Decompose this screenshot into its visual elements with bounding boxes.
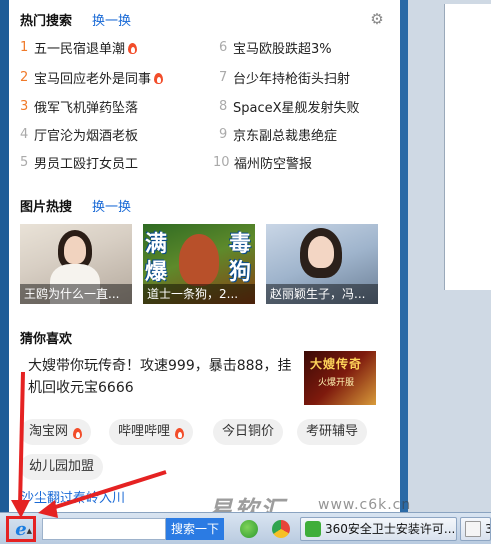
picture-caption: 赵丽颖生子，冯... [266,284,378,304]
chrome-icon[interactable] [272,520,290,538]
ad-thumb-subtitle: 火爆开服 [318,378,355,388]
tag-label: 今日铜价 [222,424,275,439]
task-title: 360安全卫士安装许可... [325,522,456,536]
hot-fire-icon [174,426,185,439]
rank-number: 7 [219,70,228,85]
hot-search-text: 台少年持枪街头扫射 [233,72,351,87]
hot-search-text: SpaceX星舰发射失败 [233,101,360,116]
hot-search-text: 男员工殴打女员工 [34,157,139,172]
hot-fire-icon [72,426,83,439]
tag-pill[interactable]: 幼儿园加盟 [20,454,104,480]
portrait-face [308,236,334,268]
taskbar-search-input[interactable] [42,518,166,540]
tag-pill[interactable]: 淘宝网 [20,419,92,445]
picture-caption: 道士一条狗，2... [143,284,255,304]
game-character [179,234,219,286]
tag-pill[interactable]: 考研辅导 [297,419,368,445]
rank-number: 6 [219,40,228,55]
rank-number: 5 [20,155,29,170]
hot-search-item[interactable]: 7 台少年持枪街头扫射 [219,68,350,87]
overlay-char: 狗 [229,260,252,285]
ie-browser-icon: e [15,518,27,540]
picture-caption: 王鸥为什么一直... [20,284,132,304]
picture-search-refresh-link[interactable]: 换一换 [92,196,131,215]
taskbar: e ▲ 搜索一下 360安全卫士安装许可... 3 [0,512,491,544]
hot-search-item[interactable]: 5 男员工殴打女员工 [20,153,138,172]
360-safe-icon [305,521,321,537]
rank-number: 4 [20,127,29,142]
rank-number: 9 [219,127,228,142]
hot-search-text: 福州防空警报 [234,157,313,172]
task-title: 3 [485,522,490,536]
recommend-ad[interactable]: 大嫂带你玩传奇！攻速999，暴击888，挂机回收元宝6666 大嫂传奇 火爆开服 [20,351,380,409]
360-browser-icon[interactable] [240,520,258,538]
rank-number: 3 [20,99,29,114]
hot-search-text: 宝马欧股跌超3% [233,42,332,57]
hot-search-header: 热门搜索 换一换 [20,10,131,29]
rank-number: 8 [219,99,228,114]
hot-fire-icon [153,71,164,84]
tag-pill[interactable]: 今日铜价 [213,419,284,445]
taskbar-task-document[interactable]: 3 [460,517,491,541]
window-border [400,0,408,512]
guess-title: 猜你喜欢 [20,332,73,347]
ad-thumb-title: 大嫂传奇 [310,357,363,371]
taskbar-task-360-installer[interactable]: 360安全卫士安装许可... [300,517,457,541]
caret-up-icon: ▲ [26,527,32,535]
tag-label: 哔哩哔哩 [118,424,171,439]
picture-card[interactable]: 赵丽颖生子，冯... [266,224,378,304]
ad-thumbnail[interactable]: 大嫂传奇 火爆开服 [304,351,376,405]
tag-pill[interactable]: 哔哩哔哩 [109,419,194,445]
taskbar-search-button[interactable]: 搜索一下 [166,518,224,540]
rank-number: 1 [20,40,29,55]
ad-text: 大嫂带你玩传奇！攻速999，暴击888，挂机回收元宝6666 [28,358,292,396]
picture-card[interactable]: 满 爆 毒 狗 道士一条狗，2... [143,224,255,304]
hot-search-item[interactable]: 2 宝马回应老外是同事 [20,68,164,87]
tag-label: 考研辅导 [306,424,359,439]
hot-search-item[interactable]: 4 厅官沦为烟酒老板 [20,125,138,144]
hot-search-text: 厅官沦为烟酒老板 [34,129,139,144]
background-window-content [444,4,491,290]
picture-search-row: 王鸥为什么一直... 满 爆 毒 狗 道士一条狗，2... 赵丽颖生子，冯... [20,224,380,304]
watermark-url: www.c6k.cn [318,497,412,513]
hot-search-item[interactable]: 10 福州防空警报 [213,153,312,172]
settings-gear-icon[interactable]: ⚙ [369,11,385,27]
portrait-face [64,236,86,264]
hot-search-item[interactable]: 1 五一民宿退单潮 [20,38,138,57]
hot-search-item[interactable]: 6 宝马欧股跌超3% [219,38,332,57]
hot-search-item[interactable]: 8 SpaceX星舰发射失败 [219,97,360,116]
ie-search-toggle[interactable]: e ▲ [6,516,36,542]
hot-search-text: 宝马回应老外是同事 [34,72,152,87]
hot-search-text: 五一民宿退单潮 [34,42,126,57]
tag-label: 幼儿园加盟 [29,459,95,474]
hot-search-title: 热门搜索 [20,14,73,29]
hot-search-text: 京东副总裁患绝症 [233,129,338,144]
overlay-char: 爆 [145,260,168,285]
hot-search-text: 俄军飞机弹药坠落 [34,101,139,116]
search-popup-panel: 热门搜索 换一换 ⚙ 1 五一民宿退单潮 2 宝马回应老外是同事 3 俄军飞机弹… [9,0,400,512]
picture-search-title: 图片热搜 [20,200,73,215]
hot-search-item[interactable]: 9 京东副总裁患绝症 [219,125,337,144]
picture-card[interactable]: 王鸥为什么一直... [20,224,132,304]
background-window [400,0,491,512]
guess-header: 猜你喜欢 [20,328,72,347]
hot-fire-icon [127,41,138,54]
tag-label: 淘宝网 [29,424,69,439]
news-link[interactable]: 沙尘翻过秦岭入川 [21,487,125,506]
hot-search-item[interactable]: 3 俄军飞机弹药坠落 [20,97,138,116]
document-icon [465,521,481,537]
rank-number: 2 [20,70,29,85]
rank-number: 10 [213,155,230,170]
picture-search-header: 图片热搜 换一换 [20,196,131,215]
hot-search-refresh-link[interactable]: 换一换 [92,10,131,29]
